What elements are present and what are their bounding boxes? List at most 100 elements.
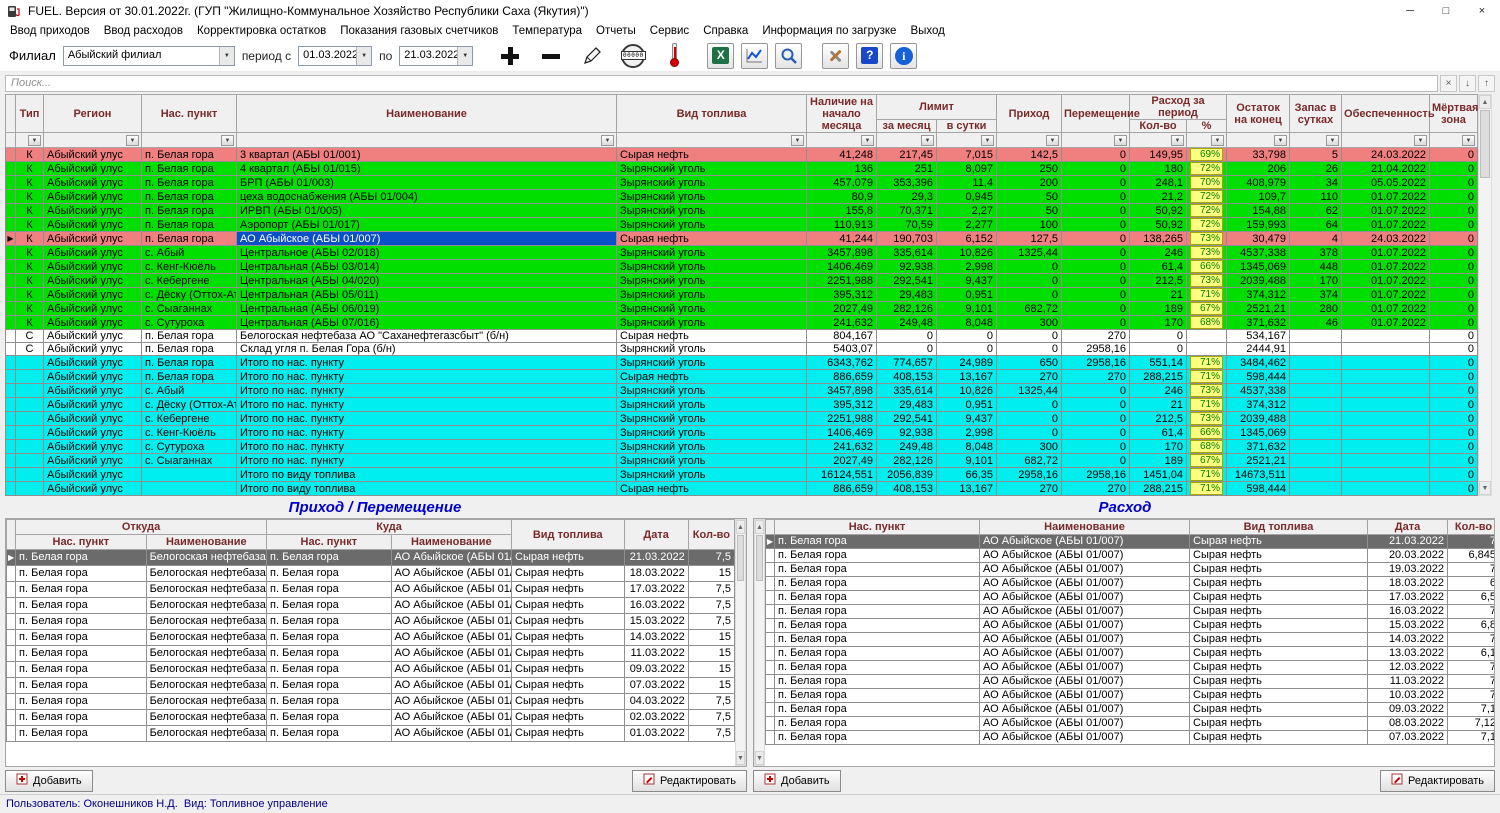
column-header-name[interactable]: Наименование (237, 95, 617, 133)
cell[interactable]: п. Белая гора (267, 678, 392, 694)
cell[interactable]: Абыйский улус (44, 482, 142, 496)
table-row[interactable]: п. Белая гораАО Абыйское (АБЫ 01/007)Сыр… (766, 549, 1495, 563)
dropdown-arrow-icon[interactable]: ▼ (1211, 135, 1224, 146)
table-row[interactable]: п. Белая гораБелогоская нефтебаза АО "Са… (7, 598, 735, 614)
column-header-obespechennost[interactable]: Обеспеченность (1342, 95, 1430, 133)
cell[interactable]: 64 (1290, 218, 1342, 232)
cell[interactable]: 0 (1430, 370, 1478, 384)
cell[interactable]: п. Белая гора (775, 563, 980, 577)
menu-item[interactable]: Выход (903, 25, 951, 37)
cell[interactable]: 7 (1448, 633, 1495, 647)
cell[interactable]: АО Абыйское (АБЫ 01/007) (980, 577, 1190, 591)
column-header-lim-month[interactable]: за месяц (877, 120, 937, 133)
table-row[interactable]: п. Белая гораАО Абыйское (АБЫ 01/007)Сыр… (766, 619, 1495, 633)
cell[interactable]: 335,614 (877, 384, 937, 398)
cell[interactable]: Итого по нас. пункту (237, 426, 617, 440)
cell[interactable]: Зырянский уголь (617, 260, 807, 274)
cell[interactable]: 24,989 (937, 356, 997, 370)
column-header-to-np[interactable]: Нас. пункт (267, 535, 392, 550)
cell[interactable]: п. Белая гора (267, 646, 392, 662)
table-row[interactable]: ▶КАбыйский улусп. Белая гораАО Абыйское … (6, 232, 1478, 246)
cell[interactable]: 0 (1062, 260, 1130, 274)
cell[interactable]: Сырая нефть (1190, 689, 1368, 703)
cell[interactable]: 1345,069 (1227, 426, 1290, 440)
cell[interactable]: БРП (АБЫ 01/003) (237, 176, 617, 190)
cell[interactable]: АО Абыйское (АБЫ 01/007) (980, 619, 1190, 633)
cell[interactable]: 0 (1062, 246, 1130, 260)
cell[interactable]: 66,35 (937, 468, 997, 482)
cell[interactable]: 1325,44 (997, 246, 1062, 260)
cell[interactable]: 0 (1430, 398, 1478, 412)
cell[interactable]: 0 (1430, 260, 1478, 274)
cell[interactable]: п. Белая гора (267, 598, 392, 614)
cell[interactable]: п. Белая гора (775, 703, 980, 717)
cell[interactable]: п. Белая гора (16, 550, 147, 566)
cell[interactable]: 0 (1430, 384, 1478, 398)
cell[interactable]: Абыйский улус (44, 246, 142, 260)
cell[interactable] (16, 398, 44, 412)
chevron-down-icon[interactable]: ▼ (356, 47, 371, 65)
column-filter[interactable]: ▼ (44, 133, 142, 148)
cell[interactable]: 0 (997, 343, 1062, 356)
cell[interactable]: 4 квартал (АБЫ 01/015) (237, 162, 617, 176)
cell[interactable]: ИРВП (АБЫ 01/005) (237, 204, 617, 218)
cell[interactable]: Белогоская нефтебаза АО "Саханефтегазсбы… (146, 646, 266, 662)
table-row[interactable]: Абыйский улусс. СутурохаИтого по нас. пу… (6, 440, 1478, 454)
cell[interactable]: 300 (997, 316, 1062, 330)
cell[interactable]: 67% (1187, 302, 1227, 316)
cell[interactable]: 149,95 (1130, 148, 1187, 162)
cell[interactable]: 241,632 (807, 316, 877, 330)
cell[interactable]: АО Абыйское (АБЫ 01/007) (391, 694, 512, 710)
cell[interactable]: Склад угля п. Белая Гора (б/н) (237, 343, 617, 356)
column-header-np[interactable]: Нас. пункт (142, 95, 237, 133)
cell[interactable]: 70,59 (877, 218, 937, 232)
cell[interactable]: п. Белая гора (142, 176, 237, 190)
cell[interactable]: 7,1 (1448, 731, 1495, 745)
table-row[interactable]: Абыйский улусс. Дёску (Оттох-Атах)Итого … (6, 398, 1478, 412)
cell[interactable] (16, 454, 44, 468)
column-filter[interactable]: ▼ (937, 133, 997, 148)
excel-export-button[interactable]: X (707, 43, 734, 69)
table-row[interactable]: п. Белая гораАО Абыйское (АБЫ 01/007)Сыр… (766, 577, 1495, 591)
cell[interactable]: 371,632 (1227, 316, 1290, 330)
cell[interactable]: п. Белая гора (142, 356, 237, 370)
cell[interactable]: Зырянский уголь (617, 162, 807, 176)
cell[interactable]: п. Белая гора (267, 630, 392, 646)
cell[interactable]: 155,8 (807, 204, 877, 218)
table-row[interactable]: п. Белая гораАО Абыйское (АБЫ 01/007)Сыр… (766, 563, 1495, 577)
cell[interactable]: 170 (1130, 316, 1187, 330)
cell[interactable]: 2039,488 (1227, 274, 1290, 288)
cell[interactable]: Сырая нефть (1190, 647, 1368, 661)
cell[interactable]: 19.03.2022 (1368, 563, 1448, 577)
cell[interactable]: 7,5 (688, 614, 734, 630)
cell[interactable]: с. Кебергене (142, 412, 237, 426)
cell[interactable] (1342, 398, 1430, 412)
cell[interactable]: Сырая нефть (1190, 661, 1368, 675)
cell[interactable]: Зырянский уголь (617, 426, 807, 440)
search-zoom-button[interactable] (775, 43, 802, 69)
table-row[interactable]: п. Белая гораАО Абыйское (АБЫ 01/007)Сыр… (766, 703, 1495, 717)
cell[interactable] (1290, 454, 1342, 468)
cell[interactable]: 0 (1062, 288, 1130, 302)
cell[interactable]: 15 (688, 566, 734, 582)
cell[interactable]: К (16, 148, 44, 162)
column-header-pct[interactable]: % (1187, 120, 1227, 133)
cell[interactable] (1342, 370, 1430, 384)
cell[interactable]: Зырянский уголь (617, 398, 807, 412)
cell[interactable]: Сырая нефть (1190, 717, 1368, 731)
cell[interactable]: с. Абый (142, 384, 237, 398)
cell[interactable]: п. Белая гора (142, 343, 237, 356)
prihod-add-button[interactable]: Добавить (5, 770, 93, 792)
table-row[interactable]: Абыйский улусп. Белая гораИтого по нас. … (6, 370, 1478, 384)
table-row[interactable]: п. Белая гораАО Абыйское (АБЫ 01/007)Сыр… (766, 647, 1495, 661)
menu-item[interactable]: Корректировка остатков (190, 25, 333, 37)
cell[interactable]: 0 (1062, 274, 1130, 288)
cell[interactable]: 0 (1430, 356, 1478, 370)
cell[interactable]: п. Белая гора (16, 662, 147, 678)
cell[interactable]: 374 (1290, 288, 1342, 302)
cell[interactable]: п. Белая гора (775, 661, 980, 675)
cell[interactable]: 189 (1130, 302, 1187, 316)
cell[interactable]: Сырая нефть (1190, 633, 1368, 647)
cell[interactable]: Итого по нас. пункту (237, 454, 617, 468)
cell[interactable]: п. Белая гора (142, 162, 237, 176)
